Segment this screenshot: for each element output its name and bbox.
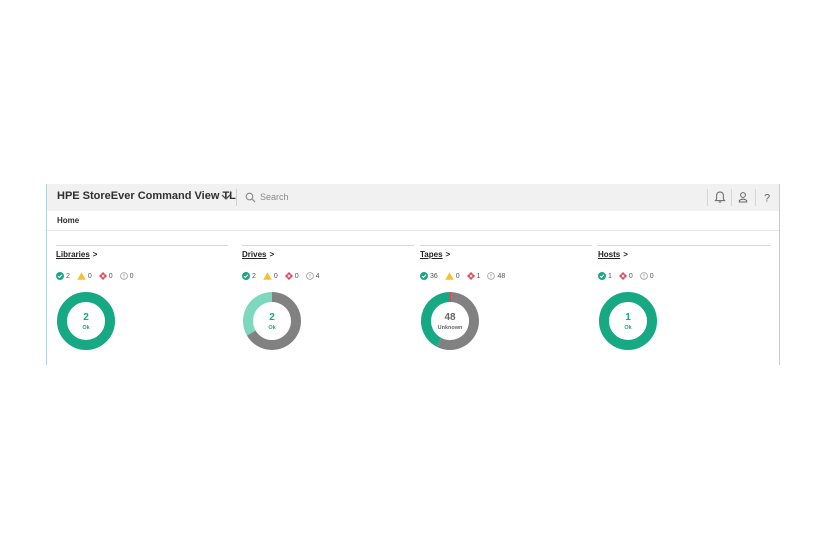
unknown-icon bbox=[487, 272, 496, 280]
status-summary: 2 0 0 4 bbox=[242, 272, 324, 282]
card-drives: Drives > 2 0 0 4 2 Ok bbox=[242, 243, 414, 363]
status-ok: 36 bbox=[420, 272, 438, 280]
chevron-right-icon: > bbox=[623, 250, 628, 259]
critical-icon bbox=[618, 272, 627, 280]
chevron-right-icon: > bbox=[445, 250, 451, 259]
critical-icon bbox=[284, 272, 293, 280]
card-rule bbox=[56, 245, 228, 246]
ok-check-icon bbox=[420, 272, 428, 280]
status-unknown: 0 bbox=[119, 272, 133, 280]
user-button[interactable] bbox=[732, 186, 754, 208]
unknown-icon bbox=[119, 272, 128, 280]
critical-icon bbox=[466, 272, 475, 280]
unknown-icon bbox=[305, 272, 314, 280]
top-bar: HPE StoreEver Command View TL Search ? bbox=[47, 184, 779, 211]
donut-center-label: Unknown bbox=[438, 325, 463, 331]
status-summary: 1 0 0 bbox=[598, 272, 659, 282]
donut-center-label: Ok bbox=[82, 325, 90, 331]
card-tapes: Tapes > 36 0 1 48 48 Unknown bbox=[420, 243, 592, 363]
status-warning: 0 bbox=[77, 272, 92, 280]
app-menu-chevron-down-icon[interactable] bbox=[220, 190, 232, 204]
status-unknown: 48 bbox=[487, 272, 505, 280]
ok-check-icon bbox=[242, 272, 250, 280]
card-title: Libraries bbox=[56, 250, 90, 259]
card-rule bbox=[242, 245, 414, 246]
donut-center-value: 48 bbox=[444, 312, 456, 323]
unknown-icon bbox=[639, 272, 648, 280]
ok-check-icon bbox=[56, 272, 64, 280]
svg-text:?: ? bbox=[764, 193, 770, 205]
donut-center-value: 2 bbox=[269, 312, 275, 323]
card-rule bbox=[598, 245, 770, 246]
donut-center-value: 1 bbox=[625, 312, 631, 323]
donut-center-value: 2 bbox=[83, 312, 89, 323]
donut-center-label: Ok bbox=[624, 325, 632, 331]
warning-icon bbox=[263, 272, 272, 280]
breadcrumb-divider bbox=[47, 230, 779, 231]
bell-icon bbox=[714, 191, 726, 203]
status-summary: 36 0 1 48 bbox=[420, 272, 510, 282]
search-placeholder: Search bbox=[260, 192, 289, 202]
drives-status-donut[interactable]: 2 Ok bbox=[242, 291, 302, 351]
help-button[interactable]: ? bbox=[756, 186, 778, 208]
chevron-right-icon: > bbox=[92, 250, 98, 259]
app-title: HPE StoreEver Command View TL bbox=[57, 190, 236, 202]
warning-icon bbox=[444, 272, 454, 280]
status-unknown: 4 bbox=[305, 272, 319, 280]
status-unknown: 0 bbox=[639, 272, 654, 280]
app-window: HPE StoreEver Command View TL Search ? H… bbox=[46, 184, 780, 365]
status-critical: 1 bbox=[466, 272, 481, 280]
status-warning: 0 bbox=[444, 272, 460, 280]
breadcrumb[interactable]: Home bbox=[57, 216, 79, 225]
status-critical: 0 bbox=[98, 272, 113, 280]
donut-center-label: Ok bbox=[268, 325, 276, 331]
help-icon: ? bbox=[764, 193, 770, 205]
hosts-link[interactable]: Hosts > bbox=[598, 250, 628, 259]
card-title: Tapes bbox=[420, 250, 443, 259]
status-critical: 0 bbox=[618, 272, 633, 280]
chevron-right-icon: > bbox=[269, 250, 275, 259]
card-title: Hosts bbox=[598, 250, 621, 259]
notifications-button[interactable] bbox=[709, 186, 731, 208]
status-ok: 2 bbox=[56, 272, 70, 280]
ok-check-icon bbox=[598, 272, 606, 280]
search-input[interactable]: Search bbox=[243, 188, 513, 207]
status-critical: 0 bbox=[284, 272, 299, 280]
search-icon bbox=[245, 192, 256, 203]
title-divider bbox=[236, 189, 237, 206]
critical-icon bbox=[98, 272, 107, 280]
tapes-status-donut[interactable]: 48 Unknown bbox=[420, 291, 480, 351]
status-ok: 2 bbox=[242, 272, 256, 280]
card-title: Drives bbox=[242, 250, 267, 259]
status-ok: 1 bbox=[598, 272, 612, 280]
hosts-status-donut[interactable]: 1 Ok bbox=[598, 291, 658, 351]
card-libraries: Libraries > 2 0 0 0 2 Ok bbox=[56, 243, 228, 363]
card-hosts: Hosts > 1 0 0 1 Ok bbox=[598, 243, 770, 363]
warning-icon bbox=[77, 272, 86, 280]
card-rule bbox=[420, 245, 592, 246]
drives-link[interactable]: Drives > bbox=[242, 250, 274, 259]
toolbar-divider bbox=[707, 189, 708, 206]
libraries-status-donut[interactable]: 2 Ok bbox=[56, 291, 116, 351]
tapes-link[interactable]: Tapes > bbox=[420, 250, 450, 259]
user-icon bbox=[738, 192, 748, 203]
libraries-link[interactable]: Libraries > bbox=[56, 250, 97, 259]
status-warning: 0 bbox=[263, 272, 278, 280]
status-summary: 2 0 0 0 bbox=[56, 272, 138, 282]
